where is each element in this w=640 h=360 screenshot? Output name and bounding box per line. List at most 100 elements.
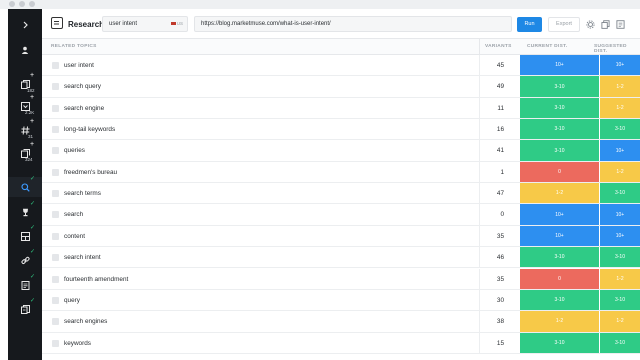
topic-name: query — [64, 296, 80, 304]
table-row[interactable]: search engine 11 3-10 1-2 — [42, 97, 640, 120]
row-checkbox[interactable] — [52, 339, 59, 347]
suggested-dist-badge: 10+ — [600, 55, 640, 76]
column-divider — [479, 183, 480, 204]
suggested-dist-badge: 10+ — [600, 204, 640, 225]
sidebar-check-mark: ✓ — [30, 225, 36, 231]
row-checkbox[interactable] — [52, 211, 59, 219]
row-checkbox[interactable] — [52, 190, 59, 198]
suggested-dist-badge: 3-10 — [600, 183, 640, 204]
table-row[interactable]: long-tail keywords 16 3-10 3-10 — [42, 119, 640, 141]
topic-name: user intent — [64, 62, 94, 69]
sidebar-item-trophy[interactable] — [8, 202, 42, 222]
suggested-dist-badge: 3-10 — [600, 332, 640, 353]
table-row[interactable]: user intent 45 10+ 10+ — [42, 55, 640, 77]
row-checkbox[interactable] — [52, 62, 59, 69]
header-related-topics[interactable]: RELATED TOPICS — [51, 44, 97, 49]
topic-name: fourteenth amendment — [64, 275, 129, 283]
run-button[interactable]: Run — [517, 17, 542, 32]
topic-input-value: user intent — [109, 21, 138, 27]
variants-count: 46 — [496, 254, 504, 262]
copy-icon[interactable] — [601, 20, 610, 29]
header-suggested-dist[interactable]: SUGGESTED DIST. — [594, 44, 640, 54]
sidebar-badge-inbox: 2.2K — [25, 110, 35, 115]
topic-name: content — [64, 232, 85, 240]
export-button[interactable]: Export — [548, 17, 580, 32]
column-divider — [479, 289, 480, 311]
current-dist-badge: 1-2 — [520, 183, 599, 204]
table-row[interactable]: search intent 46 3-10 3-10 — [42, 247, 640, 269]
sidebar-item-research[interactable] — [8, 177, 42, 197]
table-row[interactable]: freedmen's bureau 1 0 1-2 — [42, 161, 640, 184]
table-row[interactable]: query 30 3-10 3-10 — [42, 289, 640, 312]
sidebar-add-mark[interactable]: + — [30, 72, 34, 79]
variants-count: 15 — [496, 339, 504, 347]
table-row[interactable]: fourteenth amendment 35 0 1-2 — [42, 268, 640, 290]
table-row[interactable]: search 0 10+ 10+ — [42, 204, 640, 226]
row-checkbox[interactable] — [52, 104, 59, 112]
row-checkbox[interactable] — [52, 147, 59, 155]
sidebar-item-account[interactable] — [8, 40, 42, 60]
variants-count: 11 — [497, 104, 504, 112]
column-divider — [479, 55, 480, 76]
window-minimize-dot[interactable] — [19, 1, 25, 7]
suggested-dist-badge: 1-2 — [600, 76, 640, 97]
column-divider — [479, 161, 480, 183]
sidebar-item-compete[interactable] — [8, 226, 42, 246]
variants-count: 38 — [496, 318, 504, 326]
table-row[interactable]: queries 41 3-10 10+ — [42, 140, 640, 162]
row-checkbox[interactable] — [52, 296, 59, 304]
current-dist-badge: 3-10 — [520, 289, 599, 311]
sidebar-add-mark[interactable]: + — [30, 141, 34, 148]
topic-name: long-tail keywords — [64, 126, 116, 134]
table-row[interactable]: search query 49 3-10 1-2 — [42, 76, 640, 98]
row-checkbox[interactable] — [52, 232, 59, 240]
header-current-dist[interactable]: CURRENT DIST. — [527, 44, 567, 49]
sidebar-check-mark: ✓ — [30, 298, 36, 304]
sidebar-check-mark: ✓ — [30, 201, 36, 207]
list-icon[interactable] — [616, 20, 625, 29]
column-divider — [479, 204, 480, 225]
sidebar-item-brief[interactable] — [8, 275, 42, 295]
sidebar-add-mark[interactable]: + — [30, 94, 34, 101]
table-row[interactable]: search terms 47 1-2 3-10 — [42, 183, 640, 205]
column-divider — [479, 247, 480, 268]
current-dist-badge: 10+ — [520, 225, 599, 247]
sidebar-item-expand[interactable] — [8, 15, 42, 35]
row-checkbox[interactable] — [52, 275, 59, 283]
column-divider — [479, 76, 480, 97]
link-icon — [20, 256, 30, 264]
row-checkbox[interactable] — [52, 126, 59, 134]
window-titlebar — [0, 0, 640, 9]
table-row[interactable]: keywords 15 3-10 3-10 — [42, 332, 640, 354]
header-variants[interactable]: VARIANTS — [485, 44, 512, 49]
flag-icon — [170, 22, 176, 26]
row-checkbox[interactable] — [52, 168, 59, 176]
sidebar-add-mark[interactable]: + — [30, 118, 34, 125]
sidebar-item-optimize[interactable] — [8, 299, 42, 319]
sidebar-item-topics[interactable] — [8, 120, 42, 140]
row-checkbox[interactable] — [52, 83, 59, 91]
sidebar-item-documents[interactable] — [8, 74, 42, 94]
suggested-dist-badge: 10+ — [600, 225, 640, 247]
window-zoom-dot[interactable] — [29, 1, 35, 7]
sidebar-item-connect[interactable] — [8, 250, 42, 270]
url-input[interactable]: https://blog.marketmuse.com/what-is-user… — [194, 16, 512, 32]
variants-count: 35 — [496, 232, 504, 240]
topic-input[interactable]: user intent US — [102, 16, 188, 32]
column-divider — [479, 39, 480, 55]
sidebar-badge-pages: 324 — [25, 157, 33, 162]
table-row[interactable]: search engines 38 1-2 1-2 — [42, 311, 640, 333]
country-selector[interactable]: US — [170, 17, 183, 31]
current-dist-badge: 0 — [520, 268, 599, 289]
current-dist-badge: 3-10 — [520, 140, 599, 161]
url-input-value: https://blog.marketmuse.com/what-is-user… — [201, 21, 331, 27]
sidebar-badge-topics: 31 — [28, 134, 34, 139]
row-checkbox[interactable] — [52, 254, 59, 262]
current-dist-badge: 3-10 — [520, 247, 599, 268]
compete-icon — [20, 231, 30, 241]
gear-icon[interactable] — [586, 20, 595, 29]
chevron-right-icon — [23, 21, 28, 29]
table-row[interactable]: content 35 10+ 10+ — [42, 225, 640, 248]
window-close-dot[interactable] — [9, 1, 15, 7]
row-checkbox[interactable] — [52, 318, 59, 326]
